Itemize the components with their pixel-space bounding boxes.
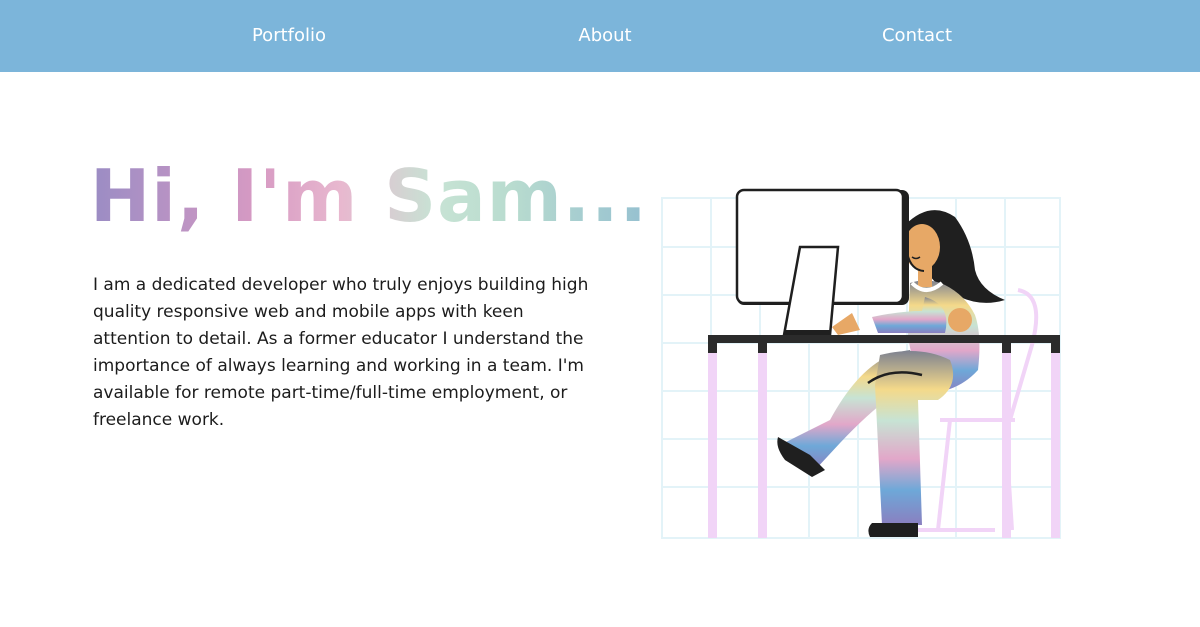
desk-top	[708, 335, 1060, 343]
developer-at-computer-illustration	[661, 188, 1061, 539]
nav-link-portfolio[interactable]: Portfolio	[252, 0, 326, 72]
hero-title: Hi, I'm Sam...	[90, 148, 648, 244]
nav-link-contact[interactable]: Contact	[882, 0, 952, 72]
nav-link-about[interactable]: About	[578, 0, 631, 72]
top-navbar: Portfolio About Contact	[0, 0, 1200, 72]
front-shoe	[868, 523, 918, 537]
hand	[948, 308, 972, 332]
desk-brackets	[708, 343, 1060, 353]
neck	[918, 263, 932, 287]
keyboard-hand	[832, 313, 860, 335]
monitor	[735, 188, 909, 337]
hero-bio: I am a dedicated developer who truly enj…	[93, 275, 589, 430]
